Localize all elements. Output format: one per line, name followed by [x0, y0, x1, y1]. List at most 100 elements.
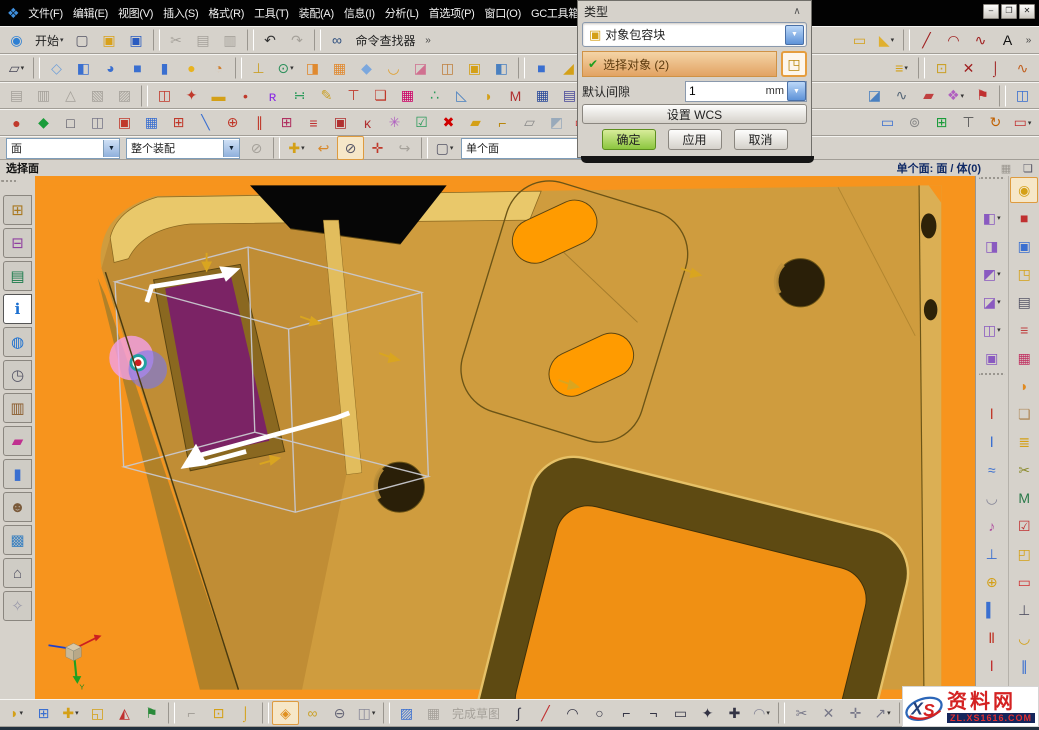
- menu-tools[interactable]: 工具(T): [249, 2, 294, 24]
- sketch-fillet-icon[interactable]: ↗: [869, 701, 896, 725]
- extrude-icon[interactable]: ◧: [70, 56, 97, 80]
- arc-tool-icon[interactable]: ◠: [559, 701, 586, 725]
- delete-icon[interactable]: ✖: [435, 111, 462, 135]
- wave-linker-icon[interactable]: ◧: [978, 205, 1006, 231]
- gift-icon[interactable]: ▣: [111, 111, 138, 135]
- tab-touch[interactable]: ▮: [3, 459, 32, 489]
- add-component-icon[interactable]: ✚: [57, 701, 84, 725]
- bend-icon[interactable]: ◡: [380, 56, 407, 80]
- x-form-icon[interactable]: ✕: [955, 56, 982, 80]
- lock-icon[interactable]: ⊖: [326, 701, 353, 725]
- swept-icon[interactable]: ◪: [861, 84, 888, 108]
- through-curves-icon[interactable]: ∿: [888, 84, 915, 108]
- ao-page-icon[interactable]: ▱: [516, 111, 543, 135]
- parallel-lines-icon[interactable]: ∥: [246, 111, 273, 135]
- menu-file[interactable]: 文件(F): [23, 2, 68, 24]
- set-wcs-button[interactable]: 设置 WCS: [582, 104, 807, 124]
- collapse-icon[interactable]: ∧: [789, 6, 805, 17]
- grouped-icon-4[interactable]: ▧: [84, 84, 111, 108]
- check-box-icon[interactable]: ☑: [408, 111, 435, 135]
- tab-roles[interactable]: ☻: [3, 492, 32, 522]
- menu-insert[interactable]: 插入(S): [158, 2, 203, 24]
- grouped-icon-3[interactable]: △: [57, 84, 84, 108]
- curve-hook-icon[interactable]: ⌡: [982, 56, 1009, 80]
- chevron-down-icon[interactable]: ▼: [223, 140, 239, 157]
- grouped-icon-5[interactable]: ▨: [111, 84, 138, 108]
- pattern-component-icon[interactable]: ⊡: [205, 701, 232, 725]
- circular-hole[interactable]: [776, 259, 824, 307]
- pad-icon[interactable]: ▦: [326, 56, 353, 80]
- grouped-icon-2[interactable]: ▥: [30, 84, 57, 108]
- apply-button[interactable]: 应用: [668, 129, 722, 150]
- marquee-icon[interactable]: ▢: [431, 136, 458, 160]
- quick-extend-icon[interactable]: ✕: [815, 701, 842, 725]
- cut-icon[interactable]: ✂: [163, 28, 190, 52]
- copy-icon[interactable]: ▤: [190, 28, 217, 52]
- mirror-assembly-icon[interactable]: ◭: [111, 701, 138, 725]
- corner-tool-icon[interactable]: ¬: [640, 701, 667, 725]
- arc-curve-icon[interactable]: ◠: [940, 28, 967, 52]
- flower-icon[interactable]: ✳: [381, 111, 408, 135]
- datum-plane-icon[interactable]: ◇: [43, 56, 70, 80]
- fold-icon[interactable]: ◫: [1009, 84, 1036, 108]
- viewport-canvas[interactable]: Y: [35, 176, 975, 699]
- bolt-icon[interactable]: ⊥: [978, 541, 1006, 567]
- list-check-icon[interactable]: •: [232, 84, 259, 108]
- diagonal-line-icon[interactable]: ╲: [192, 111, 219, 135]
- pocket-icon[interactable]: ◨: [299, 56, 326, 80]
- assembly-blob-icon[interactable]: ◗: [3, 701, 30, 725]
- chevron-down-icon[interactable]: ▼: [785, 25, 804, 45]
- emboss-icon[interactable]: ◆: [353, 56, 380, 80]
- unite-icon[interactable]: ◧: [488, 56, 515, 80]
- mw-stamp-icon[interactable]: ❏: [1010, 401, 1038, 427]
- hole-icon[interactable]: ⊙: [272, 56, 299, 80]
- line-curve-icon[interactable]: ╱: [913, 28, 940, 52]
- nx-logo-icon[interactable]: ◉: [3, 28, 30, 52]
- mw-window-icon[interactable]: ▤: [1010, 289, 1038, 315]
- tab-scenery[interactable]: ▩: [3, 525, 32, 555]
- dim-colored-icon[interactable]: Ⅰ: [978, 429, 1006, 455]
- restore-button[interactable]: ❐: [1001, 4, 1017, 19]
- boxed-square-icon[interactable]: ▣: [327, 111, 354, 135]
- trim-body-icon[interactable]: ◪: [407, 56, 434, 80]
- distance-check-icon[interactable]: ∺: [286, 84, 313, 108]
- mw-curved-sheet-icon[interactable]: ◗: [1010, 373, 1038, 399]
- no-selection-icon[interactable]: ⊘: [337, 136, 364, 160]
- balls-icon[interactable]: ∴: [421, 84, 448, 108]
- wrench-icon[interactable]: ⌐: [178, 701, 205, 725]
- mw-mesh-surface-icon[interactable]: ▦: [1010, 345, 1038, 371]
- stud-icon[interactable]: ▍: [978, 597, 1006, 623]
- chain-link-icon[interactable]: ∞: [299, 701, 326, 725]
- ruler-icon[interactable]: ▬: [205, 84, 232, 108]
- undo-icon[interactable]: ↶: [257, 28, 284, 52]
- circle-tool-icon[interactable]: ○: [586, 701, 613, 725]
- snap-disabled-icon[interactable]: ⊘: [243, 136, 270, 160]
- menu-analysis[interactable]: 分析(L): [380, 2, 424, 24]
- rotate-icon[interactable]: ↻: [982, 111, 1009, 135]
- rect-tool-icon[interactable]: ▭: [667, 701, 694, 725]
- line-tool-icon[interactable]: ╱: [532, 701, 559, 725]
- gear-orbit-icon[interactable]: ⊚: [901, 111, 928, 135]
- net-icon[interactable]: ▦: [420, 701, 447, 725]
- wave-edit-icon[interactable]: ◪: [978, 289, 1006, 315]
- tab-history[interactable]: ◷: [3, 360, 32, 390]
- calculator-icon[interactable]: ▦: [529, 84, 556, 108]
- mw-tray-icon[interactable]: ◡: [1010, 625, 1038, 651]
- split-view-icon[interactable]: ◫: [84, 111, 111, 135]
- revolve-icon[interactable]: ◕: [97, 56, 124, 80]
- flag-surface-icon[interactable]: ⚑: [969, 84, 996, 108]
- pair-icon[interactable]: Ⅱ: [978, 625, 1006, 651]
- redo-icon[interactable]: ↷: [284, 28, 311, 52]
- cancel-button[interactable]: 取消: [734, 129, 788, 150]
- fade-icon[interactable]: ◩: [543, 111, 570, 135]
- mw-m-swoosh-icon[interactable]: M: [1010, 485, 1038, 511]
- menu-information[interactable]: 信息(I): [339, 2, 380, 24]
- swirl-icon[interactable]: ◔: [205, 56, 232, 80]
- grouped-icon-1[interactable]: ▤: [3, 84, 30, 108]
- start-button[interactable]: 开始: [30, 28, 69, 52]
- tab-constraint-navigator[interactable]: ⊟: [3, 228, 32, 258]
- bounding-block-button[interactable]: ◳: [781, 51, 807, 77]
- mw-press-icon[interactable]: ⊥: [1010, 597, 1038, 623]
- layers-icon[interactable]: ≡: [888, 56, 915, 80]
- wave-delete-icon[interactable]: ◨: [978, 233, 1006, 259]
